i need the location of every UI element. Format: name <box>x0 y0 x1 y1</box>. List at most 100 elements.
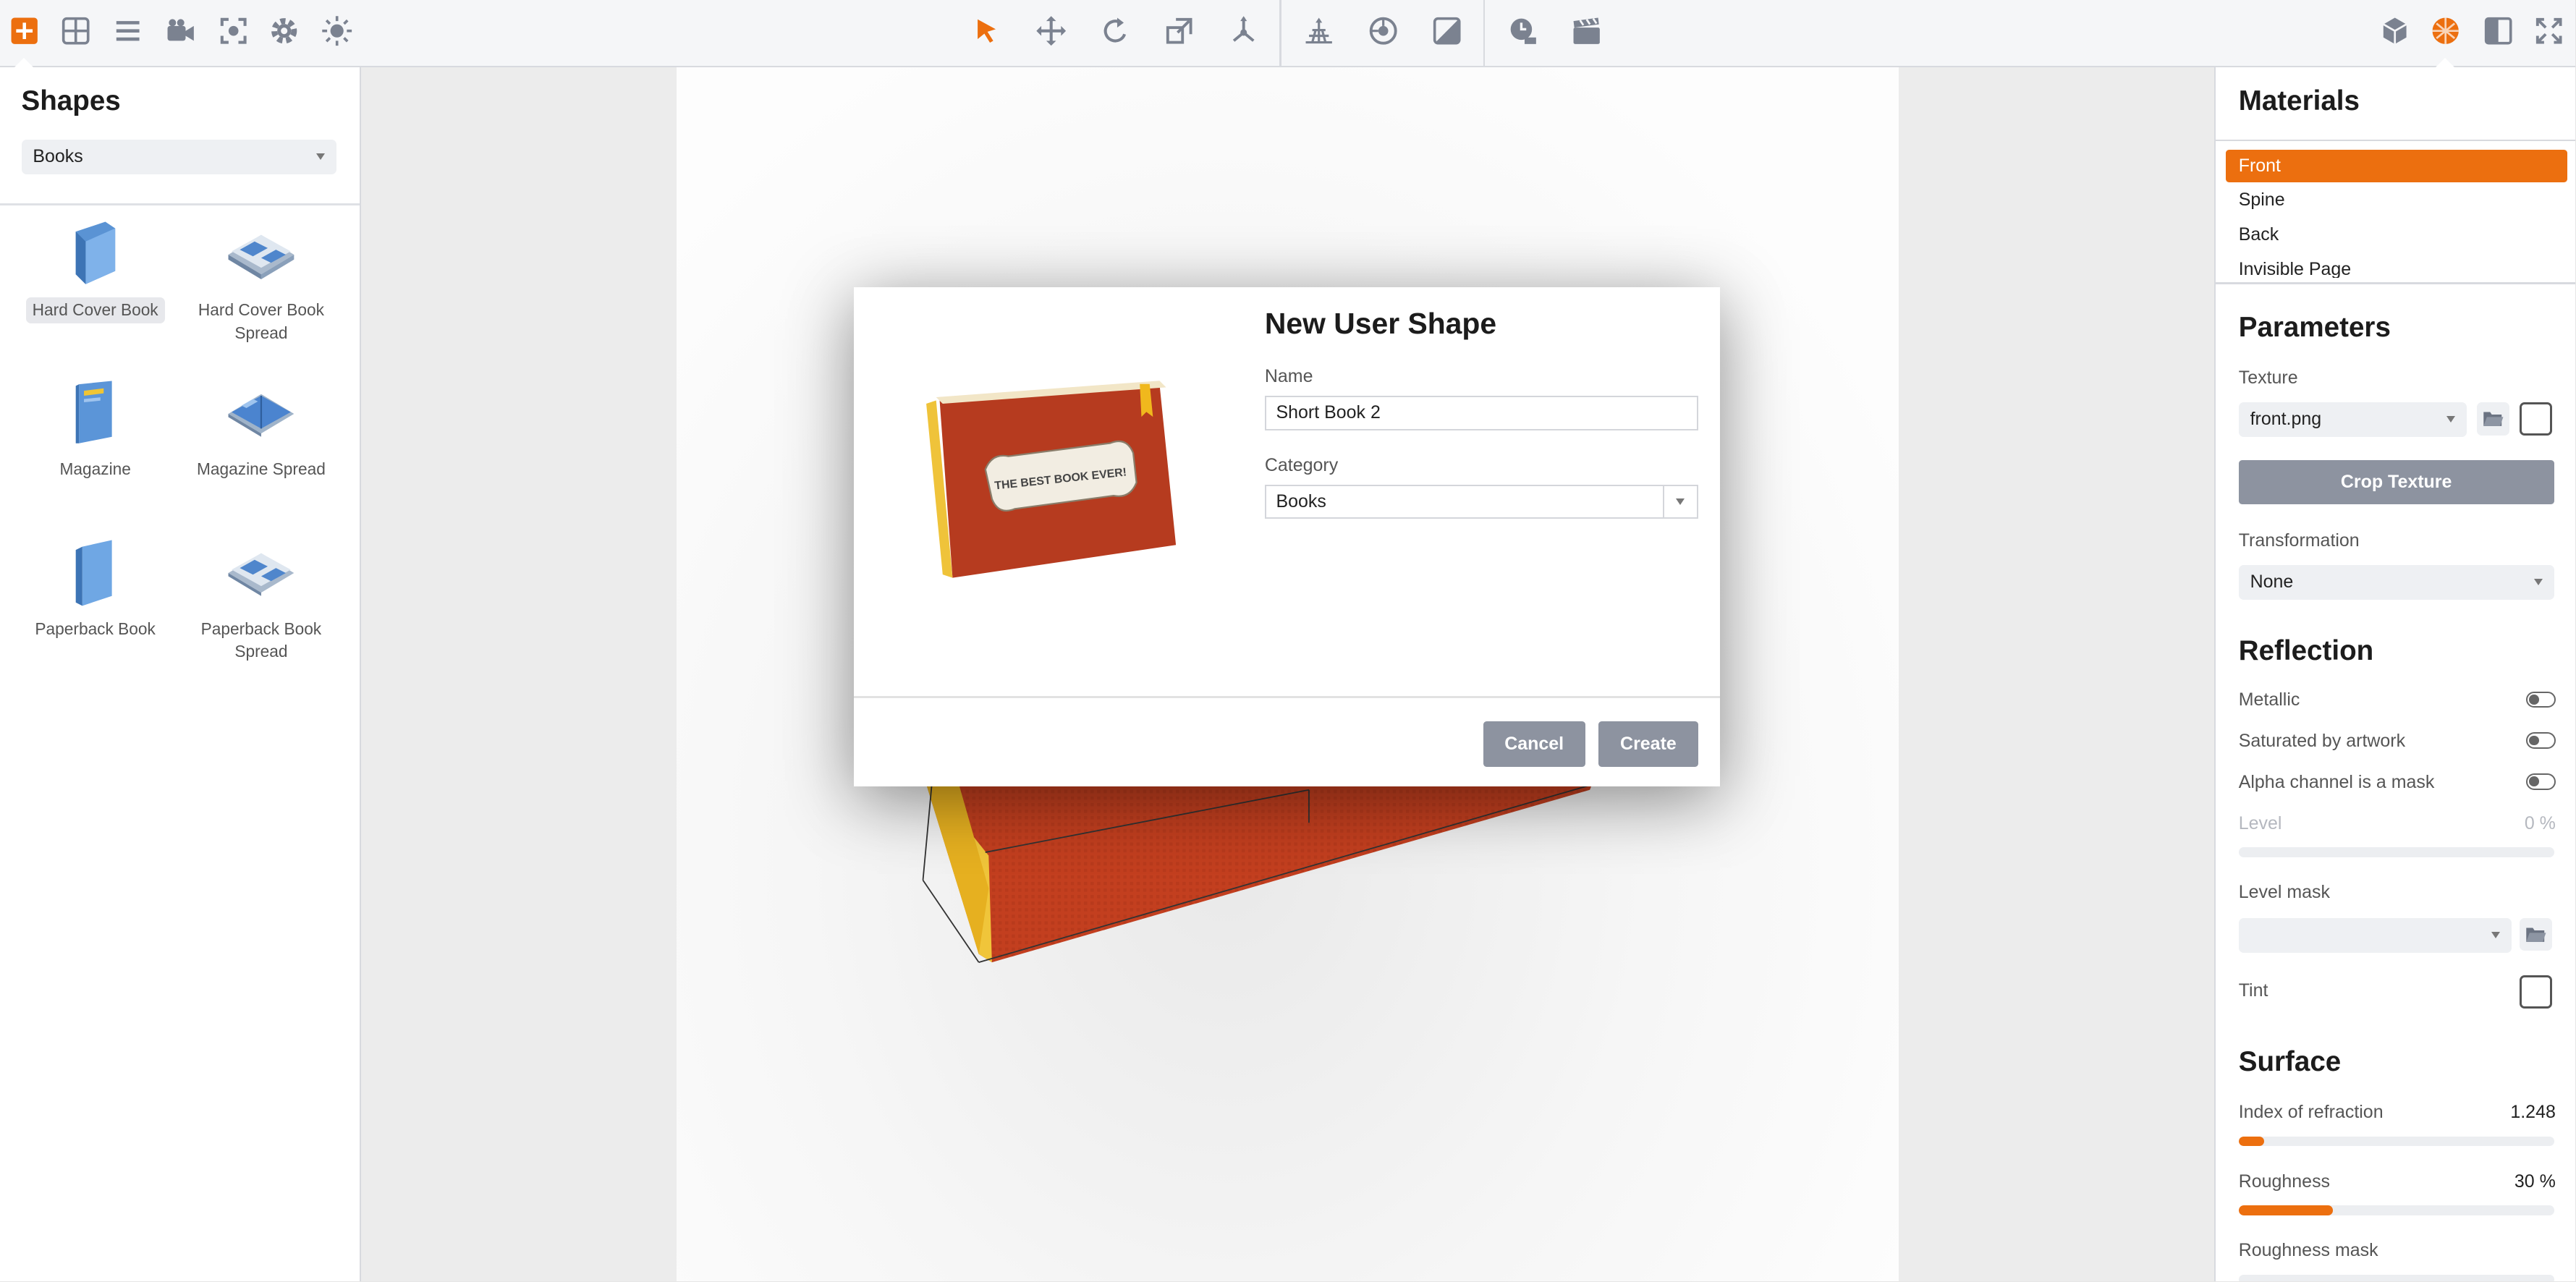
metallic-label: Metallic <box>2238 689 2300 710</box>
time-icon[interactable] <box>1501 10 1544 53</box>
shape-item-label: Hard Cover Book <box>25 297 165 324</box>
ior-value: 1.248 <box>2510 1102 2556 1123</box>
light-icon[interactable] <box>315 10 358 53</box>
new-user-shape-dialog: THE BEST BOOK EVER! New User Shape Name … <box>854 287 1720 787</box>
material-item-invisible-page[interactable]: Invisible Page <box>2226 253 2567 278</box>
shape-item-paperback-spread[interactable]: Paperback Book Spread <box>179 537 343 665</box>
hard-cover-book-icon <box>59 218 132 291</box>
roughness-mask-control[interactable] <box>2238 1274 2554 1281</box>
roughness-slider[interactable] <box>2238 1205 2554 1215</box>
name-field[interactable]: Short Book 2 <box>1264 396 1699 430</box>
shapes-panel-title: Shapes <box>21 85 121 117</box>
panel-divider <box>2215 282 2576 284</box>
chevron-down-icon <box>2446 416 2456 423</box>
tint-color-swatch[interactable] <box>2519 975 2553 1009</box>
move-icon[interactable] <box>1030 10 1072 53</box>
saturated-toggle[interactable] <box>2525 732 2556 750</box>
list-icon[interactable] <box>107 10 150 53</box>
create-button[interactable]: Create <box>1598 721 1699 768</box>
level-mask-label: Level mask <box>2238 881 2331 902</box>
roughness-label: Roughness <box>2238 1171 2331 1192</box>
texture-color-swatch[interactable] <box>2519 402 2553 436</box>
crop-texture-button[interactable]: Crop Texture <box>2238 459 2554 504</box>
select-arrow-icon[interactable] <box>966 10 1009 53</box>
hard-cover-spread-icon <box>225 218 297 291</box>
grid-icon[interactable] <box>54 10 97 53</box>
active-tab-indicator <box>2436 58 2455 68</box>
saturated-label: Saturated by artwork <box>2238 731 2406 752</box>
rotate-icon[interactable] <box>1094 10 1137 53</box>
shape-item-magazine[interactable]: Magazine <box>13 378 177 483</box>
roughness-slider-fill <box>2238 1205 2334 1215</box>
shape-item-magazine-spread[interactable]: Magazine Spread <box>179 378 343 483</box>
category-select-value: Books <box>1276 491 1326 511</box>
roughness-mask-label: Roughness mask <box>2238 1239 2378 1260</box>
materials-panel: Materials Front Spine Back Invisible Pag… <box>2213 67 2576 1281</box>
paperback-book-icon <box>59 537 132 609</box>
material-item-back[interactable]: Back <box>2226 218 2567 251</box>
focus-icon[interactable] <box>212 10 255 53</box>
transformation-select[interactable]: None <box>2238 564 2554 600</box>
dialog-divider <box>854 696 1720 698</box>
shape-item-paperback-book[interactable]: Paperback Book <box>13 537 177 642</box>
transformation-label: Transformation <box>2238 530 2360 551</box>
open-texture-button[interactable] <box>2476 402 2510 436</box>
reflection-title: Reflection <box>2238 635 2374 667</box>
shape-item-label: Magazine <box>59 459 131 479</box>
name-field-value: Short Book 2 <box>1276 402 1381 423</box>
folder-icon <box>2483 412 2504 427</box>
parameters-title: Parameters <box>2238 312 2391 344</box>
roughness-value: 30 % <box>2514 1171 2556 1192</box>
top-toolbar <box>0 0 2576 68</box>
material-item-spine[interactable]: Spine <box>2226 184 2567 216</box>
ior-slider-fill <box>2238 1136 2264 1147</box>
shapes-panel: Shapes Books Hard Cover Book Hard Cover … <box>0 67 362 1281</box>
shape-item-label: Hard Cover Book Spread <box>198 300 324 342</box>
open-level-mask-button[interactable] <box>2519 917 2553 951</box>
category-select[interactable]: Books <box>1264 484 1699 519</box>
alpha-mask-toggle[interactable] <box>2525 773 2556 790</box>
level-mask-select[interactable] <box>2238 917 2512 953</box>
shape-item-hard-cover-spread[interactable]: Hard Cover Book Spread <box>179 218 343 347</box>
magazine-icon <box>59 378 132 450</box>
surface-title: Surface <box>2238 1045 2342 1077</box>
texture-value: front.png <box>2250 409 2322 430</box>
camera-icon[interactable] <box>159 10 202 53</box>
clapper-icon[interactable] <box>1565 10 1608 53</box>
material-ball-icon[interactable] <box>2425 10 2467 53</box>
category-label: Category <box>1264 454 1339 475</box>
sphere-icon[interactable] <box>1362 10 1404 53</box>
scale-icon[interactable] <box>1158 10 1200 53</box>
shape-preview: THE BEST BOOK EVER! <box>920 361 1199 591</box>
toolbar-separator <box>1279 0 1281 66</box>
level-slider[interactable] <box>2238 847 2554 857</box>
texture-label: Texture <box>2238 368 2298 389</box>
add-icon[interactable] <box>4 10 46 53</box>
layout-icon[interactable] <box>2477 10 2520 53</box>
texture-select[interactable]: front.png <box>2238 402 2467 437</box>
name-label: Name <box>1264 366 1313 387</box>
folder-icon <box>2525 927 2546 942</box>
active-tab-indicator <box>14 58 34 68</box>
floor-grid-icon[interactable] <box>1297 10 1340 53</box>
pivot-icon[interactable] <box>1222 10 1265 53</box>
shape-item-label: Magazine Spread <box>197 459 326 479</box>
material-item-front[interactable]: Front <box>2225 149 2567 182</box>
shape-item-hard-cover-book[interactable]: Hard Cover Book <box>13 218 177 324</box>
metallic-toggle[interactable] <box>2525 691 2556 708</box>
cube-icon[interactable] <box>2373 10 2416 53</box>
transformation-value: None <box>2250 572 2294 593</box>
chevron-down-icon[interactable] <box>1662 485 1697 517</box>
ior-slider[interactable] <box>2238 1136 2554 1147</box>
magazine-spread-icon <box>225 378 297 450</box>
fullscreen-icon[interactable] <box>2528 10 2571 53</box>
shading-icon[interactable] <box>1425 10 1468 53</box>
app-window: Shapes Books Hard Cover Book Hard Cover … <box>0 0 2576 1281</box>
panel-divider <box>2215 139 2576 142</box>
gear-icon[interactable] <box>263 10 305 53</box>
panel-divider <box>0 203 360 205</box>
toolbar-separator <box>1483 0 1486 66</box>
shape-category-select[interactable]: Books <box>21 139 337 174</box>
chevron-down-icon <box>2491 932 2500 939</box>
cancel-button[interactable]: Cancel <box>1483 721 1585 768</box>
